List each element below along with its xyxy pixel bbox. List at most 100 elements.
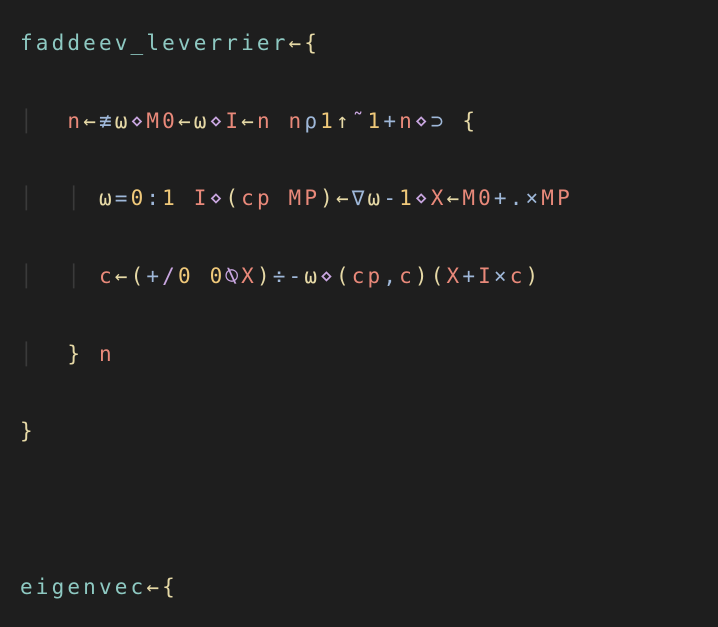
reduce-mod: /: [162, 264, 178, 288]
eq-op: =: [115, 186, 131, 210]
plus-op: +: [383, 109, 399, 133]
assign-arrow: ←: [288, 31, 304, 55]
line-2: │ n←≢ω⋄M0←ω⋄I←n nρ1↑˜1+n⋄⊃ {: [20, 102, 698, 141]
omega: ω: [304, 264, 320, 288]
var-n: n: [289, 109, 305, 133]
function-name: faddeev_leverrier: [20, 31, 288, 55]
plus-op: +: [462, 264, 478, 288]
times-op: ×: [526, 186, 542, 210]
disclose-op: ⊃: [431, 109, 447, 133]
colon: :: [146, 186, 162, 210]
var-x: X: [447, 264, 463, 288]
paren: ): [257, 264, 273, 288]
line-7: [20, 490, 698, 529]
var-c: c: [399, 264, 415, 288]
omega: ω: [368, 186, 384, 210]
open-brace: {: [162, 575, 178, 599]
diamond: ⋄: [131, 109, 147, 133]
num-1: 1: [368, 109, 384, 133]
var-mp: MP: [289, 186, 321, 210]
diamond: ⋄: [415, 109, 431, 133]
indent-guide: │: [20, 264, 36, 288]
dot-op: .: [510, 186, 526, 210]
paren: (: [336, 264, 352, 288]
line-4: │ │ c←(+/0 0⍉X)÷-ω⋄(cp,c)(X+I×c): [20, 257, 698, 296]
var-i: I: [194, 186, 210, 210]
omega: ω: [194, 109, 210, 133]
assign: ←: [115, 264, 131, 288]
diamond: ⋄: [210, 186, 226, 210]
recurse-op: ∇: [352, 186, 368, 210]
space: [194, 264, 210, 288]
paren: ): [415, 264, 431, 288]
paren: (: [225, 186, 241, 210]
line-6: }: [20, 412, 698, 451]
indent-guide: │: [20, 109, 36, 133]
comma-op: ,: [383, 264, 399, 288]
paren: ): [320, 186, 336, 210]
space: [273, 186, 289, 210]
paren: ): [526, 264, 542, 288]
times-op: ×: [494, 264, 510, 288]
open-brace: {: [462, 109, 478, 133]
indent-guide: │: [67, 186, 83, 210]
reshape-op: ρ: [304, 109, 320, 133]
space: [178, 186, 194, 210]
omega: ω: [99, 186, 115, 210]
diamond: ⋄: [415, 186, 431, 210]
line-3: │ │ ω=0:1 I⋄(cp MP)←∇ω-1⋄X←M0+.×MP: [20, 179, 698, 218]
paren: (: [131, 264, 147, 288]
line-5: │ } n: [20, 335, 698, 374]
divide-op: ÷: [273, 264, 289, 288]
diamond: ⋄: [320, 264, 336, 288]
line-1: faddeev_leverrier←{: [20, 24, 698, 63]
space: [273, 109, 289, 133]
space: [83, 342, 99, 366]
var-n: n: [67, 109, 83, 133]
var-i: I: [225, 109, 241, 133]
plus-op: +: [494, 186, 510, 210]
close-brace: }: [20, 419, 36, 443]
open-brace: {: [304, 31, 320, 55]
num-0: 0: [210, 264, 226, 288]
indent-guide: │: [20, 342, 36, 366]
code-block: faddeev_leverrier←{ │ n←≢ω⋄M0←ω⋄I←n nρ1↑…: [0, 0, 718, 627]
line-8: eigenvec←{: [20, 568, 698, 607]
indent-guide: │: [20, 186, 36, 210]
num-1: 1: [320, 109, 336, 133]
omega: ω: [115, 109, 131, 133]
var-mp: MP: [541, 186, 573, 210]
transpose-op: ⍉: [225, 264, 241, 288]
var-c: c: [510, 264, 526, 288]
minus-op: -: [383, 186, 399, 210]
var-x: X: [241, 264, 257, 288]
assign: ←: [178, 109, 194, 133]
var-i: I: [478, 264, 494, 288]
var-n: n: [399, 109, 415, 133]
assign: ←: [336, 186, 352, 210]
assign: ←: [447, 186, 463, 210]
var-n: n: [99, 342, 115, 366]
var-m0: M0: [146, 109, 178, 133]
var-cp: cp: [352, 264, 384, 288]
diamond: ⋄: [210, 109, 226, 133]
num-0: 0: [131, 186, 147, 210]
space: [447, 109, 463, 133]
var-x: X: [431, 186, 447, 210]
assign: ←: [83, 109, 99, 133]
var-n: n: [257, 109, 273, 133]
var-c: c: [99, 264, 115, 288]
function-name: eigenvec: [20, 575, 146, 599]
tally-op: ≢: [99, 109, 115, 133]
selfie-mod: ˜: [352, 109, 368, 133]
assign: ←: [241, 109, 257, 133]
indent-guide: │: [67, 264, 83, 288]
assign-arrow: ←: [146, 575, 162, 599]
paren: (: [431, 264, 447, 288]
close-brace: }: [67, 342, 83, 366]
var-cp: cp: [241, 186, 273, 210]
plus-op: +: [146, 264, 162, 288]
num-1: 1: [399, 186, 415, 210]
num-1: 1: [162, 186, 178, 210]
num-0: 0: [178, 264, 194, 288]
